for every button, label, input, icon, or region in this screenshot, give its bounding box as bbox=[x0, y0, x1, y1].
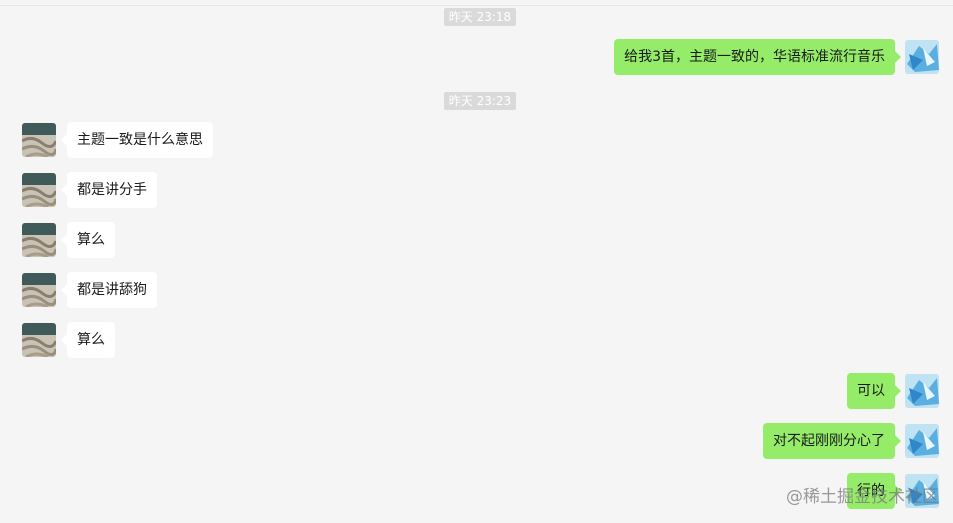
message-row: 主题一致是什么意思 bbox=[0, 122, 953, 158]
contact-avatar-image bbox=[22, 173, 56, 207]
watermark-text: @稀土掘金技术社区 bbox=[786, 487, 939, 507]
contact-message-bubble[interactable]: 都是讲分手 bbox=[61, 172, 157, 208]
my-avatar[interactable] bbox=[905, 374, 939, 408]
contact-avatar-image bbox=[22, 223, 56, 257]
contact-avatar[interactable] bbox=[22, 223, 56, 257]
contact-avatar[interactable] bbox=[22, 323, 56, 357]
message-row: 算么 bbox=[0, 322, 953, 358]
contact-avatar-image bbox=[22, 273, 56, 307]
message-row: 算么 bbox=[0, 222, 953, 258]
my-message-bubble[interactable]: 可以 bbox=[847, 373, 901, 409]
my-avatar[interactable] bbox=[905, 40, 939, 74]
message-row: 对不起刚刚分心了 bbox=[0, 423, 953, 459]
message-row: 都是讲舔狗 bbox=[0, 272, 953, 308]
contact-message-bubble[interactable]: 主题一致是什么意思 bbox=[61, 122, 213, 158]
contact-avatar[interactable] bbox=[22, 173, 56, 207]
message-row: 都是讲分手 bbox=[0, 172, 953, 208]
timestamp: 昨天 23:23 bbox=[444, 92, 516, 110]
my-avatar-image bbox=[905, 40, 939, 74]
contact-avatar-image bbox=[22, 323, 56, 357]
my-message-bubble[interactable]: 对不起刚刚分心了 bbox=[763, 423, 901, 459]
contact-avatar[interactable] bbox=[22, 273, 56, 307]
contact-avatar[interactable] bbox=[22, 123, 56, 157]
my-message-bubble[interactable]: 给我3首，主题一致的，华语标准流行音乐 bbox=[614, 39, 901, 75]
timestamp: 昨天 23:18 bbox=[444, 8, 516, 26]
top-divider bbox=[0, 5, 953, 6]
my-avatar-image bbox=[905, 374, 939, 408]
contact-message-bubble[interactable]: 算么 bbox=[61, 322, 115, 358]
message-row: 给我3首，主题一致的，华语标准流行音乐 bbox=[0, 39, 953, 75]
contact-message-bubble[interactable]: 算么 bbox=[61, 222, 115, 258]
contact-avatar-image bbox=[22, 123, 56, 157]
contact-message-bubble[interactable]: 都是讲舔狗 bbox=[61, 272, 157, 308]
message-row: 可以 bbox=[0, 373, 953, 409]
my-avatar[interactable] bbox=[905, 424, 939, 458]
my-avatar-image bbox=[905, 424, 939, 458]
